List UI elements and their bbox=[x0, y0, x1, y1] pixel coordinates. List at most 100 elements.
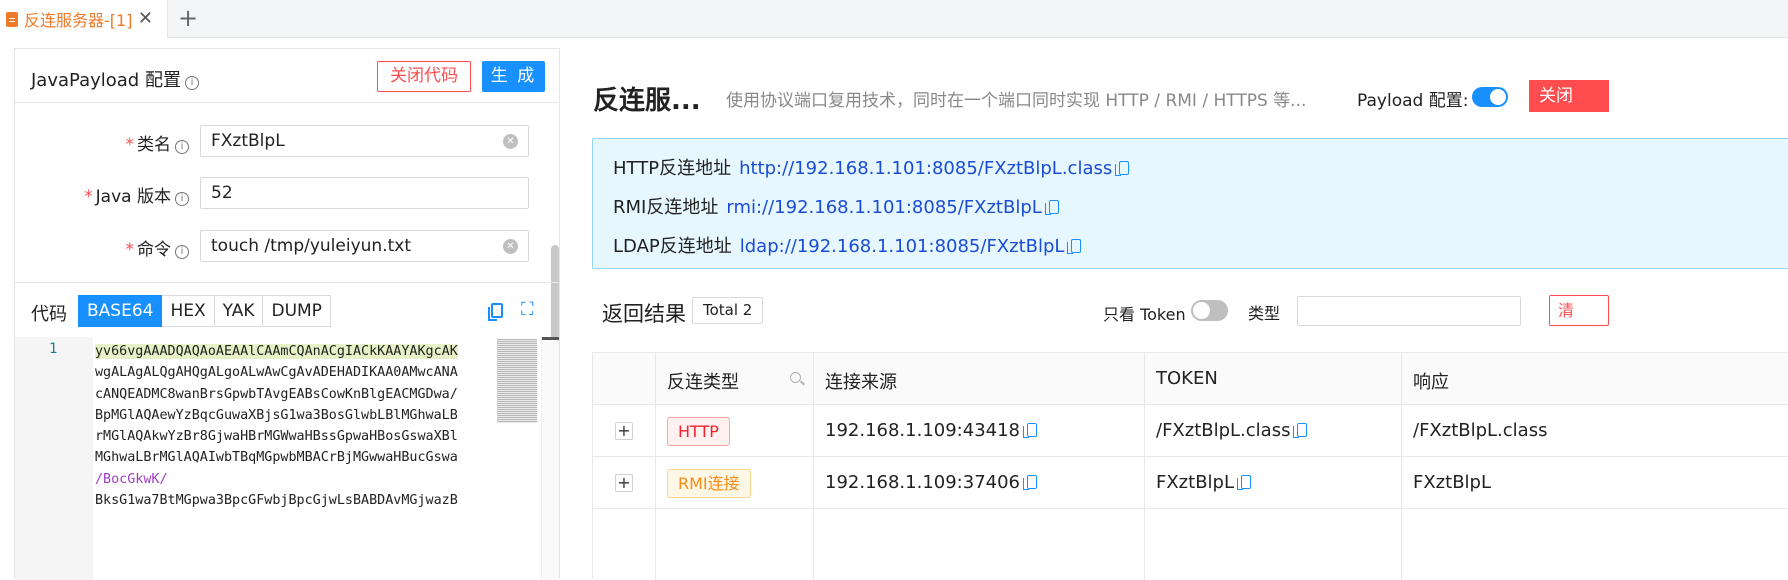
generate-button[interactable]: 生 成 bbox=[482, 61, 545, 92]
column-divider bbox=[655, 353, 656, 580]
address-row-rmi: RMI反连地址 rmi://192.168.1.101:8085/FXztBlpL bbox=[613, 193, 1059, 219]
tab-bar: 反连服务器-[1] ✕ + bbox=[0, 0, 1788, 38]
clear-icon[interactable]: ✕ bbox=[503, 134, 518, 149]
info-icon[interactable]: i bbox=[175, 245, 189, 259]
column-header-token: TOKEN bbox=[1156, 368, 1218, 389]
code-line: wgALAgALQgAHQgALgoALwAwCgAvADEHADIKAA0AM… bbox=[95, 365, 458, 381]
type-filter-select[interactable] bbox=[1297, 296, 1521, 326]
server-title: 反连服... bbox=[593, 86, 701, 116]
column-header-response: 响应 bbox=[1413, 372, 1449, 393]
payload-form: * 类名 i FXztBlpL ✕ * Java 版本 i 52 * 命令 i touch /… bbox=[15, 105, 559, 339]
column-divider bbox=[1401, 353, 1402, 580]
address-row-http: HTTP反连地址 http://192.168.1.101:8085/FXztBl… bbox=[613, 154, 1130, 180]
info-icon[interactable]: i bbox=[175, 140, 189, 154]
address-label: RMI反连地址 bbox=[613, 197, 719, 218]
close-server-button[interactable]: 关闭 bbox=[1529, 80, 1609, 112]
token-cell: /FXztBlpL.class bbox=[1156, 420, 1308, 441]
copy-icon[interactable] bbox=[1115, 161, 1130, 176]
payload-config-toggle[interactable] bbox=[1472, 87, 1508, 107]
fullscreen-icon[interactable]: ⛶ bbox=[521, 301, 539, 319]
copy-icon[interactable] bbox=[1293, 423, 1308, 438]
address-url[interactable]: rmi://192.168.1.101:8085/FXztBlpL bbox=[726, 197, 1041, 218]
search-icon[interactable] bbox=[790, 372, 801, 383]
clear-results-button[interactable]: 清 bbox=[1549, 295, 1609, 326]
code-line: rMGlAQAkwYzBr8GjwaHBrMGWwaHBssGpwaHBosGs… bbox=[95, 429, 458, 445]
code-minimap[interactable] bbox=[497, 339, 537, 423]
payload-config-header: JavaPayload 配置 i 关闭代码 生 成 bbox=[15, 49, 559, 103]
response-cell: /FXztBlpL.class bbox=[1413, 420, 1548, 441]
add-tab-icon[interactable]: + bbox=[178, 4, 198, 32]
expand-row-button[interactable]: + bbox=[615, 474, 633, 492]
type-tag: HTTP bbox=[667, 417, 730, 446]
copy-icon[interactable] bbox=[1044, 200, 1059, 215]
close-code-button[interactable]: 关闭代码 bbox=[377, 61, 471, 92]
form-row-classname: * 类名 i FXztBlpL ✕ bbox=[15, 125, 555, 157]
column-header-source: 连接来源 bbox=[825, 372, 897, 393]
payload-config-title: JavaPayload 配置 i bbox=[31, 66, 199, 92]
copy-icon[interactable] bbox=[488, 303, 503, 321]
format-dump[interactable]: DUMP bbox=[263, 295, 331, 327]
address-row-ldap: LDAP反连地址 ldap://192.168.1.101:8085/FXztBl… bbox=[613, 232, 1082, 258]
address-url[interactable]: ldap://192.168.1.101:8085/FXztBlpL bbox=[740, 236, 1065, 257]
code-header: 代码 BASE64 HEX YAK DUMP ⛶ bbox=[15, 282, 559, 336]
format-hex[interactable]: HEX bbox=[162, 295, 215, 327]
column-divider bbox=[813, 353, 814, 580]
results-table: 反连类型 连接来源 TOKEN 响应 + HTTP 192.168.1.109:… bbox=[592, 352, 1788, 580]
form-row-java-version: * Java 版本 i 52 bbox=[15, 177, 555, 209]
code-scrollbar[interactable] bbox=[541, 337, 559, 580]
source-cell: 192.168.1.109:37406 bbox=[825, 472, 1038, 493]
table-row: + RMI连接 192.168.1.109:37406 FXztBlpL FXz… bbox=[593, 457, 1788, 509]
code-content: yv66vgAAADQAQAoAEAAlCAAmCQAnACgIACkKAAYA… bbox=[95, 341, 493, 511]
type-filter-label: 类型 bbox=[1248, 304, 1281, 323]
command-input[interactable]: touch /tmp/yuleiyun.txt ✕ bbox=[200, 230, 529, 262]
expand-row-button[interactable]: + bbox=[615, 422, 633, 440]
document-icon bbox=[6, 11, 18, 27]
token-only-label: 只看 Token bbox=[1103, 305, 1186, 324]
line-gutter: 1 bbox=[15, 337, 93, 580]
table-header: 反连类型 连接来源 TOKEN 响应 bbox=[593, 353, 1788, 405]
total-badge: Total 2 bbox=[692, 297, 764, 324]
info-icon[interactable]: i bbox=[184, 76, 199, 90]
server-description: 使用协议端口复用技术，同时在一个端口同时实现 HTTP / RMI / HTTP… bbox=[726, 91, 1307, 111]
token-cell: FXztBlpL bbox=[1156, 472, 1251, 493]
payload-config-title-text: JavaPayload 配置 bbox=[31, 70, 181, 91]
close-icon[interactable]: ✕ bbox=[138, 8, 153, 29]
clear-icon[interactable]: ✕ bbox=[503, 239, 518, 254]
column-divider bbox=[1144, 353, 1145, 580]
table-row: + HTTP 192.168.1.109:43418 /FXztBlpL.cla… bbox=[593, 405, 1788, 457]
form-row-command: * 命令 i touch /tmp/yuleiyun.txt ✕ bbox=[15, 230, 555, 262]
column-header-type: 反连类型 bbox=[667, 372, 739, 393]
info-icon[interactable]: i bbox=[175, 192, 189, 206]
tab-reverse-server[interactable]: 反连服务器-[1] ✕ bbox=[0, 0, 168, 38]
command-label: * 命令 i bbox=[126, 235, 189, 260]
address-url[interactable]: http://192.168.1.101:8085/FXztBlpL.class bbox=[739, 158, 1112, 179]
address-label: HTTP反连地址 bbox=[613, 158, 732, 179]
code-line: cANQEADMC8wanBrsGpwbTAvgEABsCowKnBlgEACM… bbox=[95, 386, 458, 402]
type-tag: RMI连接 bbox=[667, 469, 751, 498]
tab-label: 反连服务器-[1] bbox=[24, 11, 133, 30]
address-label: LDAP反连地址 bbox=[613, 236, 732, 257]
code-line: yv66vgAAADQAQAoAEAAlCAAmCQAnACgIACkKAAYA… bbox=[95, 344, 458, 359]
copy-icon[interactable] bbox=[1023, 475, 1038, 490]
copy-icon[interactable] bbox=[1023, 423, 1038, 438]
payload-config-panel: JavaPayload 配置 i 关闭代码 生 成 * 类名 i FXztBlpL ✕ … bbox=[14, 48, 560, 580]
java-version-input[interactable]: 52 bbox=[200, 177, 529, 209]
format-base64[interactable]: BASE64 bbox=[78, 295, 163, 327]
format-selector: BASE64 HEX YAK DUMP bbox=[78, 295, 331, 327]
format-yak[interactable]: YAK bbox=[214, 295, 264, 327]
copy-icon[interactable] bbox=[1067, 239, 1082, 254]
token-only-toggle[interactable] bbox=[1191, 300, 1228, 321]
source-cell: 192.168.1.109:43418 bbox=[825, 420, 1038, 441]
copy-icon[interactable] bbox=[1237, 475, 1251, 490]
line-number: 1 bbox=[49, 341, 58, 357]
java-version-label: * Java 版本 i bbox=[84, 182, 189, 207]
classname-input[interactable]: FXztBlpL ✕ bbox=[200, 125, 529, 157]
payload-config-toggle-label: Payload 配置: bbox=[1357, 91, 1469, 111]
code-line: BksG1wa7BtMGpwa3BpcGFwbjBpcGjwLsBABDAvMG… bbox=[95, 493, 458, 509]
code-line: BpMGlAQAewYzBqcGuwaXBjsG1wa3BosGlwbLBlMG… bbox=[95, 407, 458, 423]
code-editor[interactable]: 1 yv66vgAAADQAQAoAEAAlCAAmCQAnACgIACkKAA… bbox=[15, 337, 559, 580]
code-label: 代码 bbox=[31, 304, 67, 325]
results-title: 返回结果 bbox=[602, 302, 686, 326]
code-line: MGhwaLBrMGlAQAIwbTBqMGpwbMBACrBjMGwwaHBu… bbox=[95, 450, 458, 466]
address-alert: HTTP反连地址 http://192.168.1.101:8085/FXztBl… bbox=[592, 138, 1788, 269]
